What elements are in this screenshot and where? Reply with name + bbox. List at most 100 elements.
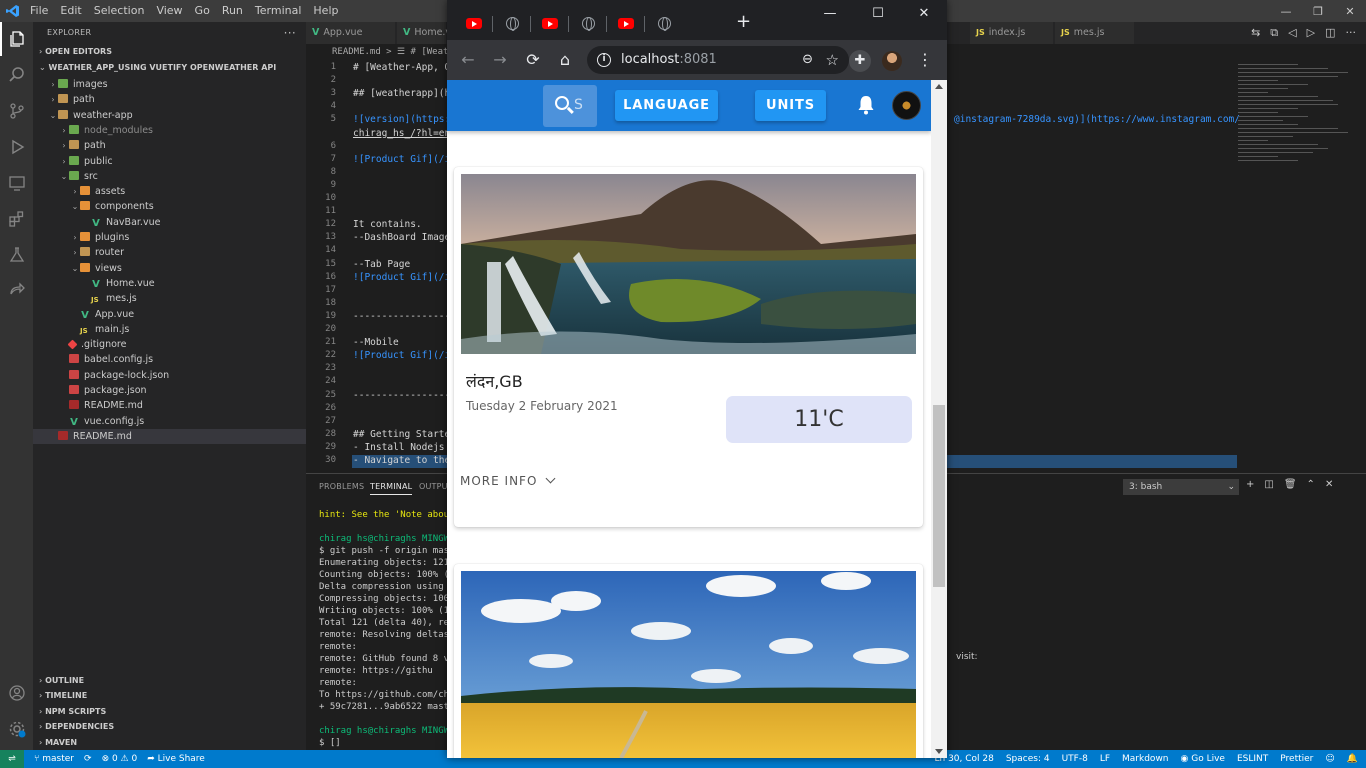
run-icon[interactable]: ▷ (1307, 26, 1315, 40)
new-tab-button[interactable]: + (736, 12, 751, 32)
line-ending[interactable]: LF (1100, 750, 1110, 768)
prettier-status[interactable]: Prettier (1280, 750, 1313, 768)
tree-item[interactable]: › path (33, 92, 306, 107)
sidebar-section[interactable]: › DEPENDENCIES (33, 719, 306, 735)
menu-run[interactable]: Run (222, 4, 243, 17)
sidebar-section[interactable]: › NPM SCRIPTS (33, 704, 306, 720)
bookmark-star-icon[interactable]: ☆ (826, 51, 839, 69)
menu-help[interactable]: Help (313, 4, 338, 17)
run-debug-icon[interactable] (0, 130, 33, 164)
explorer-icon[interactable] (0, 22, 33, 56)
scroll-down-icon[interactable] (935, 749, 943, 754)
sidebar-section[interactable]: › OUTLINE (33, 673, 306, 689)
chrome-menu-icon[interactable]: ⋮ (917, 50, 933, 69)
menu-file[interactable]: File (30, 4, 48, 17)
vscode-close-button[interactable]: ✕ (1334, 0, 1366, 22)
scroll-up-icon[interactable] (935, 84, 943, 89)
split-terminal-icon[interactable]: ◫ (1264, 479, 1273, 490)
new-terminal-icon[interactable]: + (1246, 479, 1254, 490)
tree-item[interactable]: Vvue.config.js (33, 414, 306, 429)
tab-index-js[interactable]: JS index.js (970, 22, 1054, 44)
reload-button[interactable]: ⟳ (523, 50, 543, 70)
tab-globe-2[interactable] (579, 14, 597, 32)
chrome-maximize-button[interactable]: ☐ (863, 6, 893, 21)
tree-item[interactable]: ⌄ components (33, 199, 306, 214)
split-editor-icon[interactable]: ◫ (1325, 26, 1335, 40)
tab-youtube-1[interactable] (465, 14, 483, 32)
search-icon[interactable] (0, 58, 33, 92)
tree-item[interactable]: V App.vue (33, 307, 306, 322)
site-info-icon[interactable]: i (597, 53, 611, 67)
tree-item[interactable]: › assets (33, 184, 306, 199)
user-avatar[interactable] (892, 91, 921, 120)
bell-icon[interactable] (857, 95, 874, 115)
language-button[interactable]: LANGUAGE (615, 90, 718, 121)
open-changes-icon[interactable]: ⇆ (1251, 26, 1260, 40)
remote-explorer-icon[interactable] (0, 166, 33, 200)
tab-output[interactable]: OUTPU (419, 482, 448, 491)
terminal-select[interactable]: 3: bash ⌄ (1123, 479, 1239, 495)
tree-item[interactable]: package.json (33, 383, 306, 398)
zoom-icon[interactable]: ⊖ (802, 52, 813, 67)
more-info-button[interactable]: MORE INFO (460, 473, 556, 488)
encoding[interactable]: UTF-8 (1062, 750, 1088, 768)
project-section[interactable]: ⌄ WEATHER_APP_USING VUETIFY OPENWEATHER … (33, 60, 306, 76)
tree-item[interactable]: README.md (33, 428, 306, 444)
sync-icon[interactable]: ⟳ (84, 750, 92, 768)
tab-mes-js[interactable]: JS mes.js (1055, 22, 1135, 44)
tree-item[interactable]: › node_modules (33, 123, 306, 138)
back-button[interactable]: ← (458, 50, 478, 70)
accounts-icon[interactable] (0, 676, 33, 710)
tree-item[interactable]: package-lock.json (33, 368, 306, 383)
sidebar-section[interactable]: › TIMELINE (33, 688, 306, 704)
indentation[interactable]: Spaces: 4 (1006, 750, 1050, 768)
maximize-panel-icon[interactable]: ⌃ (1307, 479, 1315, 490)
tree-item[interactable]: ⌄ views (33, 261, 306, 276)
tree-item[interactable]: .gitignore (33, 337, 306, 352)
menu-selection[interactable]: Selection (94, 4, 145, 17)
tree-item[interactable]: › router (33, 245, 306, 260)
minimap[interactable] (1238, 60, 1358, 473)
preview-icon[interactable]: ⧉ (1270, 26, 1278, 40)
page-scrollbar[interactable] (931, 80, 947, 758)
menu-go[interactable]: Go (195, 4, 210, 17)
city-search-field[interactable]: S (543, 85, 597, 127)
home-button[interactable]: ⌂ (555, 50, 575, 70)
remote-indicator-icon[interactable]: ⇌ (0, 750, 24, 768)
chrome-minimize-button[interactable]: — (815, 6, 845, 21)
tree-item[interactable]: › plugins (33, 230, 306, 245)
tree-item[interactable]: › path (33, 138, 306, 153)
units-button[interactable]: UNITS (755, 90, 826, 121)
tree-item[interactable]: README.md (33, 398, 306, 413)
kill-terminal-icon[interactable]: 🗑 (1284, 479, 1297, 490)
close-panel-icon[interactable]: ✕ (1325, 479, 1333, 490)
more-actions-icon[interactable]: ··· (284, 22, 296, 44)
tab-youtube-3[interactable] (617, 14, 635, 32)
tree-item[interactable]: ⌄ src (33, 169, 306, 184)
problems-status[interactable]: ⊗ 0 ⚠ 0 (102, 750, 138, 768)
tab-problems[interactable]: PROBLEMS (319, 482, 364, 491)
tree-item[interactable]: JS mes.js (33, 291, 306, 306)
language-mode[interactable]: Markdown (1122, 750, 1168, 768)
url-text[interactable]: localhost:8081 (621, 52, 717, 67)
address-bar[interactable]: i localhost:8081 ⊖ ☆ (587, 46, 849, 74)
menu-terminal[interactable]: Terminal (255, 4, 302, 17)
vscode-minimize-button[interactable]: — (1270, 0, 1302, 22)
chrome-close-button[interactable]: ✕ (909, 6, 939, 21)
tab-app-vue[interactable]: V App.vue (306, 22, 396, 44)
forward-button[interactable]: → (490, 50, 510, 70)
more-icon[interactable]: ··· (1346, 26, 1357, 40)
extensions-puzzle-icon[interactable]: ✚ (849, 50, 871, 72)
branch-status[interactable]: ⑂ master (34, 750, 74, 768)
feedback-icon[interactable]: ☺ (1325, 750, 1334, 768)
manage-gear-icon[interactable] (0, 712, 33, 746)
tab-globe-1[interactable] (503, 14, 521, 32)
tree-item[interactable]: › public (33, 154, 306, 169)
live-share-status[interactable]: ➦ Live Share (147, 750, 205, 768)
tree-item[interactable]: ⌄ weather-app (33, 108, 306, 123)
menu-view[interactable]: View (156, 4, 182, 17)
profile-avatar[interactable] (882, 51, 902, 71)
tab-globe-3[interactable] (655, 14, 673, 32)
editor-scrollbar[interactable] (1358, 60, 1366, 473)
eslint-status[interactable]: ESLINT (1237, 750, 1268, 768)
